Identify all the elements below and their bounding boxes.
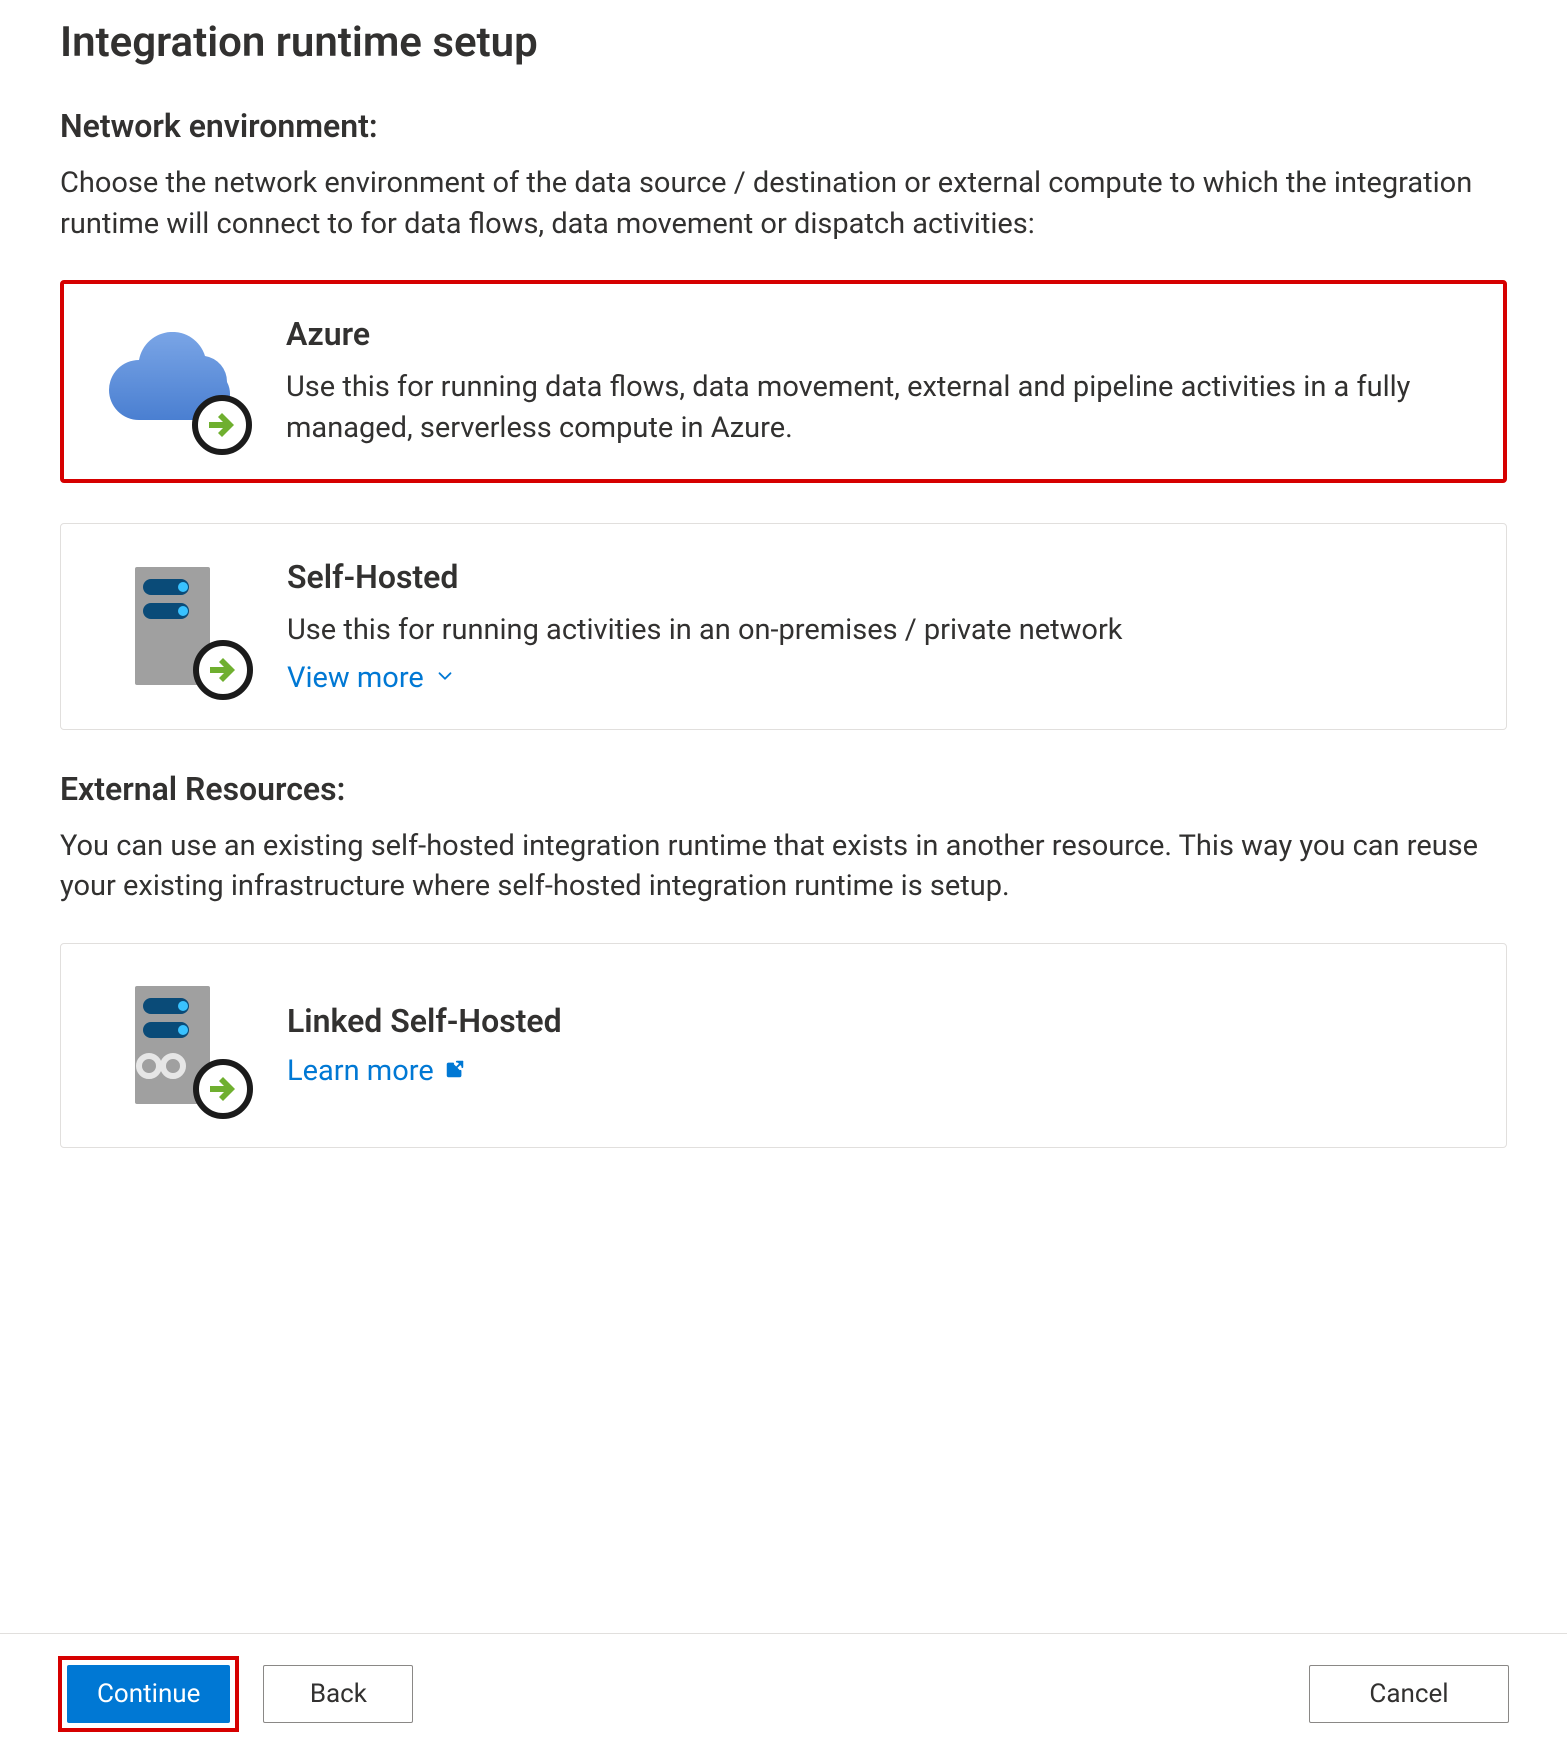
option-self-hosted[interactable]: Self-Hosted Use this for running activit… <box>60 523 1507 730</box>
external-resources-description: You can use an existing self-hosted inte… <box>60 826 1500 907</box>
network-environment-heading: Network environment: <box>60 107 1507 145</box>
page-title: Integration runtime setup <box>60 18 1507 67</box>
continue-highlight: Continue <box>58 1656 239 1732</box>
view-more-link[interactable]: View more <box>287 661 1470 695</box>
integration-runtime-badge-icon <box>193 1059 253 1119</box>
linked-server-icon <box>97 978 247 1113</box>
learn-more-label: Learn more <box>287 1054 434 1088</box>
network-environment-description: Choose the network environment of the da… <box>60 163 1500 244</box>
view-more-label: View more <box>287 661 424 695</box>
cloud-icon <box>96 314 246 449</box>
integration-runtime-badge-icon <box>192 395 252 455</box>
continue-button[interactable]: Continue <box>67 1665 230 1723</box>
footer-bar: Continue Back Cancel <box>0 1633 1567 1732</box>
cancel-button[interactable]: Cancel <box>1309 1665 1509 1723</box>
option-azure[interactable]: Azure Use this for running data flows, d… <box>60 280 1507 483</box>
back-button[interactable]: Back <box>263 1665 413 1723</box>
chevron-down-icon <box>434 661 456 695</box>
learn-more-link[interactable]: Learn more <box>287 1054 1470 1088</box>
option-self-hosted-title: Self-Hosted <box>287 558 1470 596</box>
option-self-hosted-description: Use this for running activities in an on… <box>287 610 1470 651</box>
option-linked-self-hosted[interactable]: Linked Self-Hosted Learn more <box>60 943 1507 1148</box>
server-icon <box>97 559 247 694</box>
integration-runtime-badge-icon <box>193 640 253 700</box>
external-resources-heading: External Resources: <box>60 770 1507 808</box>
option-azure-description: Use this for running data flows, data mo… <box>286 367 1471 448</box>
option-azure-title: Azure <box>286 315 1471 353</box>
option-linked-self-hosted-title: Linked Self-Hosted <box>287 1002 1470 1040</box>
open-external-icon <box>444 1054 466 1088</box>
